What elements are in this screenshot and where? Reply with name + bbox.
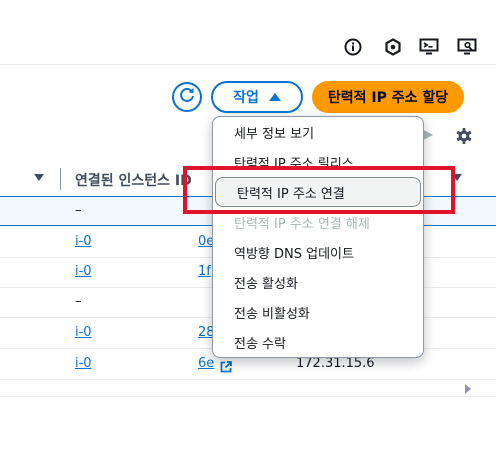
private-ip-cell: 172.31.15.6	[296, 356, 375, 371]
column-header-associated-instance[interactable]: 연결된 인스턴스 ID	[75, 170, 192, 190]
feedback-icon[interactable]	[382, 36, 404, 58]
screen-icon[interactable]	[456, 36, 478, 58]
menu-item-enable-transfer[interactable]: 전송 활성화	[213, 267, 423, 297]
refresh-button[interactable]	[172, 82, 202, 112]
horizontal-scrollbar[interactable]	[0, 396, 496, 397]
refresh-icon	[178, 86, 196, 108]
instance-link[interactable]: i-0	[75, 325, 92, 340]
menu-item-release-eip[interactable]: 탄력적 IP 주소 릴리스	[213, 147, 423, 177]
menu-item-accept-transfer[interactable]: 전송 수락	[213, 327, 423, 357]
menu-item-disassociate-eip: 탄력적 IP 주소 연결 해제	[234, 216, 370, 232]
next-page-icon[interactable]: ▶	[424, 127, 433, 141]
allocate-label: 탄력적 IP 주소 할당	[327, 90, 449, 106]
actions-dropdown-button[interactable]: 작업	[211, 81, 303, 113]
table-cell-instance: –	[75, 294, 82, 309]
menu-item-associate-eip[interactable]: 탄력적 IP 주소 연결	[215, 177, 421, 207]
column-divider	[60, 168, 61, 190]
actions-label: 작업	[233, 90, 259, 106]
actions-dropdown-menu: 세부 정보 보기 탄력적 IP 주소 릴리스 탄력적 IP 주소 연결 탄력적 …	[212, 116, 424, 358]
instance-link[interactable]: i-0	[75, 234, 92, 249]
external-link-icon[interactable]	[220, 358, 232, 373]
console-icon[interactable]	[418, 36, 440, 58]
instance-link-tail[interactable]: 6e	[198, 356, 214, 371]
caret-up-icon	[268, 93, 281, 101]
menu-item-disable-transfer[interactable]: 전송 비활성화	[213, 297, 423, 327]
gear-icon[interactable]	[454, 126, 474, 146]
menu-item-view-details[interactable]: 세부 정보 보기	[213, 117, 423, 147]
instance-link[interactable]: i-0	[75, 356, 92, 371]
allocate-elastic-ip-button[interactable]: 탄력적 IP 주소 할당	[312, 81, 464, 113]
instance-link[interactable]: i-0	[75, 264, 92, 279]
instance-link-tail[interactable]: 1f	[198, 264, 211, 279]
scroll-right-icon[interactable]	[465, 384, 471, 394]
table-cell-instance: –	[75, 203, 82, 218]
menu-item-update-reverse-dns[interactable]: 역방향 DNS 업데이트	[213, 237, 423, 267]
sort-icon[interactable]	[34, 174, 44, 181]
info-icon[interactable]	[342, 36, 364, 58]
sort-icon[interactable]	[452, 174, 462, 181]
